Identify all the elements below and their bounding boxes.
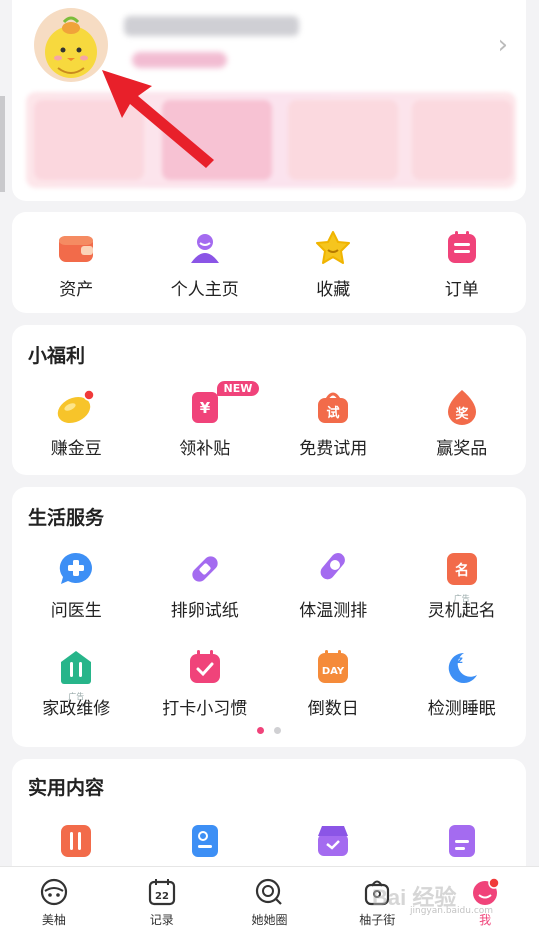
thermometer-icon (313, 549, 353, 589)
service-checkin-habit[interactable]: 打卡小习惯 (141, 647, 270, 719)
service-label: 问医生 (50, 601, 102, 621)
service-label: 打卡小习惯 (162, 699, 248, 719)
ovulation-strip-icon (185, 549, 225, 589)
trial-bag-icon: 试 (313, 387, 353, 427)
service-ovulation-strip[interactable]: 排卵试纸 (141, 549, 270, 621)
content-item-search[interactable] (141, 821, 270, 861)
service-label: 检测睡眠 (427, 699, 496, 719)
calendar-icon: 22 (148, 879, 175, 906)
housekeeping-icon (56, 647, 96, 687)
service-label: 排卵试纸 (170, 601, 239, 621)
sleep-icon: z (442, 647, 482, 687)
service-label: 家政维修 (42, 699, 111, 719)
quick-action-profile[interactable]: 个人主页 (141, 228, 270, 300)
circle-icon (256, 878, 283, 905)
naming-icon: 名 (442, 549, 482, 589)
notes-icon (442, 821, 482, 861)
tab-label: 记录 (149, 913, 174, 927)
svg-text:z: z (457, 655, 463, 666)
countdown-day-icon: DAY (313, 647, 353, 687)
store-icon (313, 821, 353, 861)
welfare-label: 赢奖品 (436, 439, 488, 459)
new-badge: NEW (216, 381, 260, 396)
service-label: 体温测排 (299, 601, 368, 621)
star-icon (313, 228, 353, 268)
tab-label: 美柚 (41, 913, 66, 927)
content-item-store[interactable] (269, 821, 398, 861)
person-icon (185, 228, 225, 268)
chevron-right-icon[interactable]: › (498, 32, 508, 58)
svg-text:试: 试 (327, 405, 340, 421)
quick-action-label: 资产 (59, 280, 94, 300)
welfare-earn-beans[interactable]: 赚金豆 (12, 387, 141, 459)
svg-text:¥: ¥ (200, 399, 211, 417)
page-indicator[interactable] (12, 727, 526, 734)
meiyou-icon (40, 878, 67, 906)
welfare-win-prizes[interactable]: 奖 赢奖品 (398, 387, 527, 459)
welfare-label: 免费试用 (299, 439, 368, 459)
section-title: 生活服务 (28, 507, 105, 529)
quick-action-label: 个人主页 (170, 280, 239, 300)
welfare-label: 赚金豆 (50, 439, 102, 459)
user-badge-blurred (132, 52, 227, 68)
quick-action-label: 订单 (444, 280, 479, 300)
quick-action-orders[interactable]: 订单 (398, 228, 527, 300)
service-housekeeping[interactable]: 广告 家政维修 (12, 647, 141, 719)
welfare-subsidy[interactable]: NEW ¥ 领补贴 (141, 381, 270, 459)
prize-icon: 奖 (442, 387, 482, 427)
quick-actions-card: 资产 个人主页 收藏 订单 (12, 212, 526, 313)
section-title: 实用内容 (28, 777, 105, 799)
welfare-card: 小福利 赚金豆 NEW ¥ 领补贴 试 免费试用 奖 赢奖品 (12, 325, 526, 475)
red-arrow-annotation (102, 70, 214, 168)
section-title: 小福利 (28, 345, 86, 367)
me-icon (473, 877, 500, 905)
checkin-icon (185, 647, 225, 687)
tab-meiyou[interactable]: 美柚 (0, 867, 108, 931)
profile-card[interactable]: › (12, 0, 526, 201)
cutlery-icon (56, 821, 96, 861)
wallet-icon (56, 228, 96, 268)
tab-record[interactable]: 22 记录 (108, 867, 216, 931)
quick-action-assets[interactable]: 资产 (12, 228, 141, 300)
watermark-url: jingyan.baidu.com (410, 906, 494, 916)
service-sleep[interactable]: z 检测睡眠 (398, 647, 527, 719)
page-dot[interactable] (274, 727, 281, 734)
gold-bean-icon (56, 387, 96, 427)
svg-text:22: 22 (155, 891, 169, 902)
life-services-card: 生活服务 问医生 排卵试纸 体温测排 名 广告 灵机起名 广告 家政维修 打卡小… (12, 487, 526, 747)
service-countdown[interactable]: DAY 倒数日 (269, 647, 398, 719)
service-label: 灵机起名 (427, 601, 496, 621)
order-icon (442, 228, 482, 268)
content-item-recipe[interactable] (12, 821, 141, 861)
document-search-icon (185, 821, 225, 861)
tab-circle[interactable]: 她她圈 (216, 867, 324, 931)
service-naming[interactable]: 名 广告 灵机起名 (398, 549, 527, 621)
tab-label: 她她圈 (251, 913, 288, 927)
username-blurred (124, 16, 299, 36)
avatar[interactable] (34, 8, 108, 82)
svg-text:DAY: DAY (322, 666, 345, 677)
service-ask-doctor[interactable]: 问医生 (12, 549, 141, 621)
welfare-label: 领补贴 (179, 439, 231, 459)
content-item-notes[interactable] (398, 821, 527, 861)
doctor-chat-icon (56, 549, 96, 589)
ad-tag: 广告 (453, 594, 470, 603)
tab-label: 柚子街 (359, 913, 396, 927)
quick-action-favorites[interactable]: 收藏 (269, 228, 398, 300)
service-thermometer[interactable]: 体温测排 (269, 549, 398, 621)
bottom-tab-bar: 美柚 22 记录 她她圈 柚子街 我 (0, 866, 539, 931)
ad-tag: 广告 (68, 692, 85, 701)
svg-text:奖: 奖 (455, 406, 469, 422)
welfare-free-trial[interactable]: 试 免费试用 (269, 387, 398, 459)
service-label: 倒数日 (307, 699, 359, 719)
page-dot-active[interactable] (257, 727, 264, 734)
svg-text:名: 名 (455, 562, 469, 579)
quick-action-label: 收藏 (316, 280, 351, 300)
left-edge-shadow (0, 96, 5, 192)
